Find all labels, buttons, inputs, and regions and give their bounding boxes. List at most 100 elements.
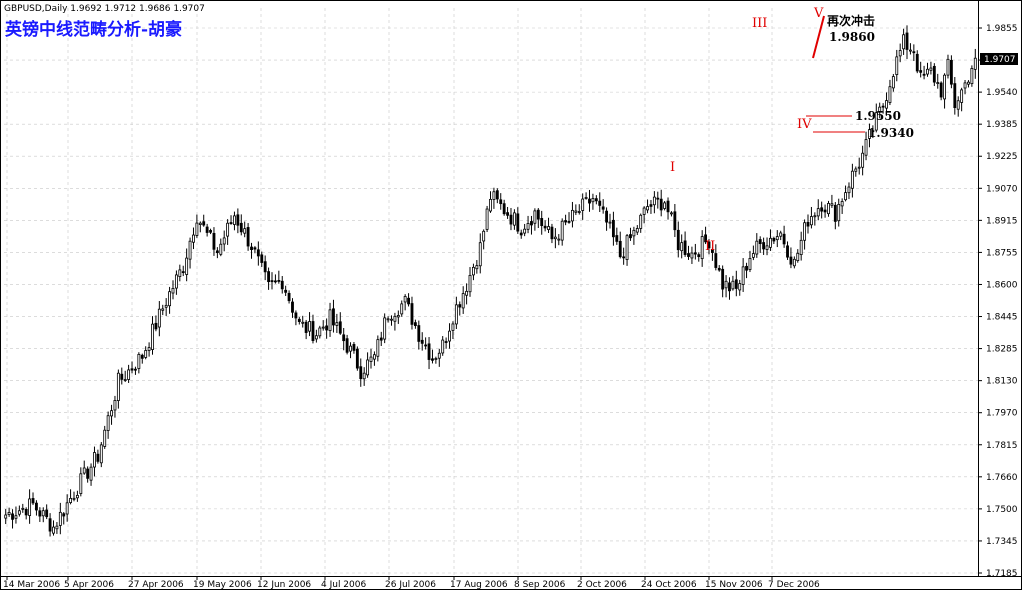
candle-up [751, 253, 755, 258]
candle-down [676, 229, 680, 251]
candle-up [164, 304, 168, 308]
y-tick-label: 1.7660 [986, 473, 1018, 483]
candle-up [448, 330, 451, 342]
candle-up [646, 206, 649, 211]
x-tick-label: 26 Jul 2006 [385, 580, 436, 590]
candle-up [816, 208, 820, 217]
candle-up [864, 139, 868, 156]
candle-up [222, 237, 226, 245]
candle-up [390, 318, 393, 321]
candle-down [45, 509, 49, 518]
y-tick-label: 1.8445 [986, 313, 1018, 323]
candle-up [79, 473, 83, 494]
candle-down [922, 73, 926, 76]
wave-label-3: III [752, 16, 767, 31]
candle-up [475, 265, 479, 270]
candle-up [396, 315, 400, 318]
candle-down [427, 343, 431, 360]
x-tick-label: 12 Jun 2006 [257, 580, 311, 590]
candle-up [895, 56, 899, 75]
candle-down [352, 344, 356, 351]
candle-down [181, 271, 185, 274]
candle-up [663, 202, 667, 209]
y-tick-label: 1.9540 [986, 88, 1018, 98]
candle-up [902, 34, 906, 50]
candle-up [652, 196, 656, 206]
candle-up [403, 296, 407, 303]
candle-up [898, 50, 902, 57]
candle-down [499, 199, 503, 205]
candle-down [413, 322, 417, 327]
candle-up [741, 266, 745, 285]
candle-up [830, 203, 834, 206]
candle-up [318, 327, 322, 337]
candle-down [588, 198, 591, 204]
candle-up [178, 269, 182, 277]
candle-down [673, 211, 677, 231]
current-price-label: 1.9707 [984, 55, 1016, 65]
candle-down [598, 200, 602, 206]
candle-up [680, 242, 684, 252]
candle-down [48, 518, 52, 532]
candle-down [420, 339, 424, 344]
candle-down [236, 214, 240, 226]
candle-down [332, 308, 335, 326]
candle-up [581, 198, 585, 211]
candle-up [14, 515, 18, 519]
candle-up [738, 283, 742, 291]
candle-down [338, 321, 342, 334]
candle-down [605, 210, 609, 223]
current-price-badge: 1.9707 [980, 53, 1018, 65]
candle-down [714, 253, 718, 268]
candle-up [468, 274, 472, 293]
candle-down [424, 344, 428, 347]
candle-up [161, 308, 165, 311]
candle-down [881, 105, 885, 108]
candle-up [625, 235, 629, 260]
candle-down [758, 239, 762, 245]
candle-down [915, 53, 919, 72]
candle-up [584, 197, 588, 199]
candle-down [509, 214, 513, 225]
candle-up [489, 198, 492, 212]
candle-down [629, 234, 632, 239]
x-tick-label: 8 Sep 2006 [514, 580, 566, 590]
x-tick-label: 4 Jul 2006 [321, 580, 366, 590]
x-tick-label: 19 May 2006 [193, 580, 252, 590]
candle-down [717, 267, 721, 271]
candle-up [478, 242, 482, 267]
x-tick-label: 24 Oct 2006 [641, 580, 697, 590]
candle-up [769, 237, 772, 248]
candle-down [666, 200, 670, 213]
candle-down [256, 249, 260, 257]
candle-up [93, 452, 96, 468]
candle-down [567, 221, 571, 223]
candle-down [273, 280, 277, 283]
y-tick-label: 1.7970 [986, 409, 1018, 419]
candle-up [700, 236, 704, 260]
candle-down [495, 190, 499, 200]
candle-down [270, 280, 274, 283]
candle-down [250, 246, 253, 251]
wave-label-2: II [705, 239, 715, 254]
candle-up [526, 223, 530, 230]
candle-down [134, 368, 137, 371]
candle-up [188, 240, 192, 260]
candle-up [844, 192, 847, 201]
candle-up [926, 68, 929, 75]
candle-down [618, 240, 622, 258]
candle-up [144, 350, 148, 358]
candle-up [779, 232, 783, 237]
candle-up [437, 352, 441, 359]
candle-up [362, 372, 366, 380]
candle-up [69, 497, 72, 503]
candle-up [574, 210, 578, 213]
candle-up [642, 207, 646, 215]
candle-up [724, 280, 728, 289]
candle-up [967, 81, 970, 85]
candle-down [762, 242, 766, 250]
candle-down [721, 268, 725, 290]
candle-up [308, 321, 311, 332]
candle-up [885, 100, 888, 109]
candle-up [813, 215, 817, 218]
